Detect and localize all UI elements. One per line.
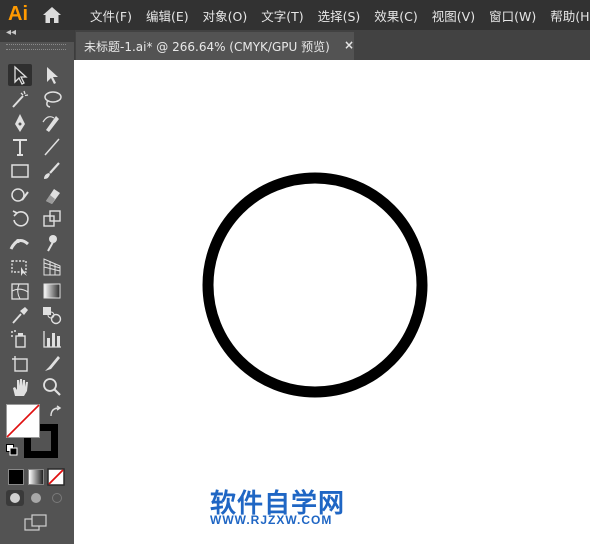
selection-tool-icon[interactable] <box>8 64 32 86</box>
artboard-tool-icon[interactable] <box>8 352 32 374</box>
none-mode-button[interactable] <box>47 468 65 486</box>
zoom-tool-icon[interactable] <box>40 376 64 398</box>
line-segment-tool-icon[interactable] <box>40 136 64 158</box>
menu-type[interactable]: 文字(T) <box>261 6 303 25</box>
color-mode-button[interactable] <box>8 469 24 485</box>
swap-fill-stroke-icon[interactable] <box>48 404 64 420</box>
document-tab[interactable]: 未标题-1.ai* @ 266.64% (CMYK/GPU 预览) × <box>76 32 354 60</box>
blend-tool-icon[interactable] <box>40 304 64 326</box>
symbol-sprayer-tool-icon[interactable] <box>8 328 32 350</box>
screen-mode-icon[interactable] <box>24 514 48 532</box>
free-transform-tool-icon[interactable] <box>8 256 32 278</box>
document-tab-title: 未标题-1.ai* @ 266.64% (CMYK/GPU 预览) <box>84 40 330 54</box>
eyedropper-tool-icon[interactable] <box>8 304 32 326</box>
fill-swatch-none[interactable] <box>6 404 40 438</box>
watermark-url: WWW.RJZXW.COM <box>210 513 333 527</box>
draw-behind-button[interactable] <box>27 490 45 506</box>
puppet-warp-tool-icon[interactable] <box>40 232 64 254</box>
perspective-grid-tool-icon[interactable] <box>40 256 64 278</box>
menu-help[interactable]: 帮助(H) <box>550 6 590 25</box>
collapse-icon[interactable]: ◂◂ <box>6 27 16 38</box>
menu-file[interactable]: 文件(F) <box>90 6 132 25</box>
main-menu: 文件(F) 编辑(E) 对象(O) 文字(T) 选择(S) 效果(C) 视图(V… <box>90 0 590 30</box>
draw-normal-button[interactable] <box>6 490 24 506</box>
gradient-mode-button[interactable] <box>28 469 44 485</box>
panel-grip[interactable] <box>6 44 66 50</box>
circle-shape[interactable] <box>200 172 430 402</box>
lasso-tool-icon[interactable] <box>40 88 64 110</box>
type-tool-icon[interactable] <box>8 136 32 158</box>
pen-tool-icon[interactable] <box>8 112 32 134</box>
width-tool-icon[interactable] <box>8 232 32 254</box>
hand-tool-icon[interactable] <box>8 376 32 398</box>
draw-inside-button[interactable] <box>48 490 66 506</box>
default-fill-stroke-icon[interactable] <box>6 444 18 456</box>
toolbox-panel: ◂◂ <box>0 27 75 544</box>
app-logo: Ai <box>8 3 28 25</box>
column-graph-tool-icon[interactable] <box>40 328 64 350</box>
rectangle-tool-icon[interactable] <box>8 160 32 182</box>
paintbrush-tool-icon[interactable] <box>40 160 64 182</box>
direct-selection-tool-icon[interactable] <box>40 64 64 86</box>
menu-edit[interactable]: 编辑(E) <box>146 6 189 25</box>
shaper-tool-icon[interactable] <box>8 184 32 206</box>
menu-bar: Ai 文件(F) 编辑(E) 对象(O) 文字(T) 选择(S) 效果(C) 视… <box>0 0 590 30</box>
document-tab-bar: 未标题-1.ai* @ 266.64% (CMYK/GPU 预览) × <box>74 30 590 60</box>
toolbox-header: ◂◂ <box>0 27 74 42</box>
slice-tool-icon[interactable] <box>40 352 64 374</box>
magic-wand-tool-icon[interactable] <box>8 88 32 110</box>
menu-effect[interactable]: 效果(C) <box>374 6 417 25</box>
curvature-tool-icon[interactable] <box>40 112 64 134</box>
menu-view[interactable]: 视图(V) <box>432 6 475 25</box>
menu-object[interactable]: 对象(O) <box>203 6 248 25</box>
artboard-canvas[interactable] <box>74 60 590 544</box>
menu-select[interactable]: 选择(S) <box>318 6 361 25</box>
eraser-tool-icon[interactable] <box>40 184 64 206</box>
scale-tool-icon[interactable] <box>40 208 64 230</box>
gradient-tool-icon[interactable] <box>40 280 64 302</box>
mesh-tool-icon[interactable] <box>8 280 32 302</box>
menu-window[interactable]: 窗口(W) <box>489 6 536 25</box>
home-icon[interactable] <box>42 5 62 25</box>
close-icon[interactable]: × <box>344 37 354 53</box>
rotate-tool-icon[interactable] <box>8 208 32 230</box>
